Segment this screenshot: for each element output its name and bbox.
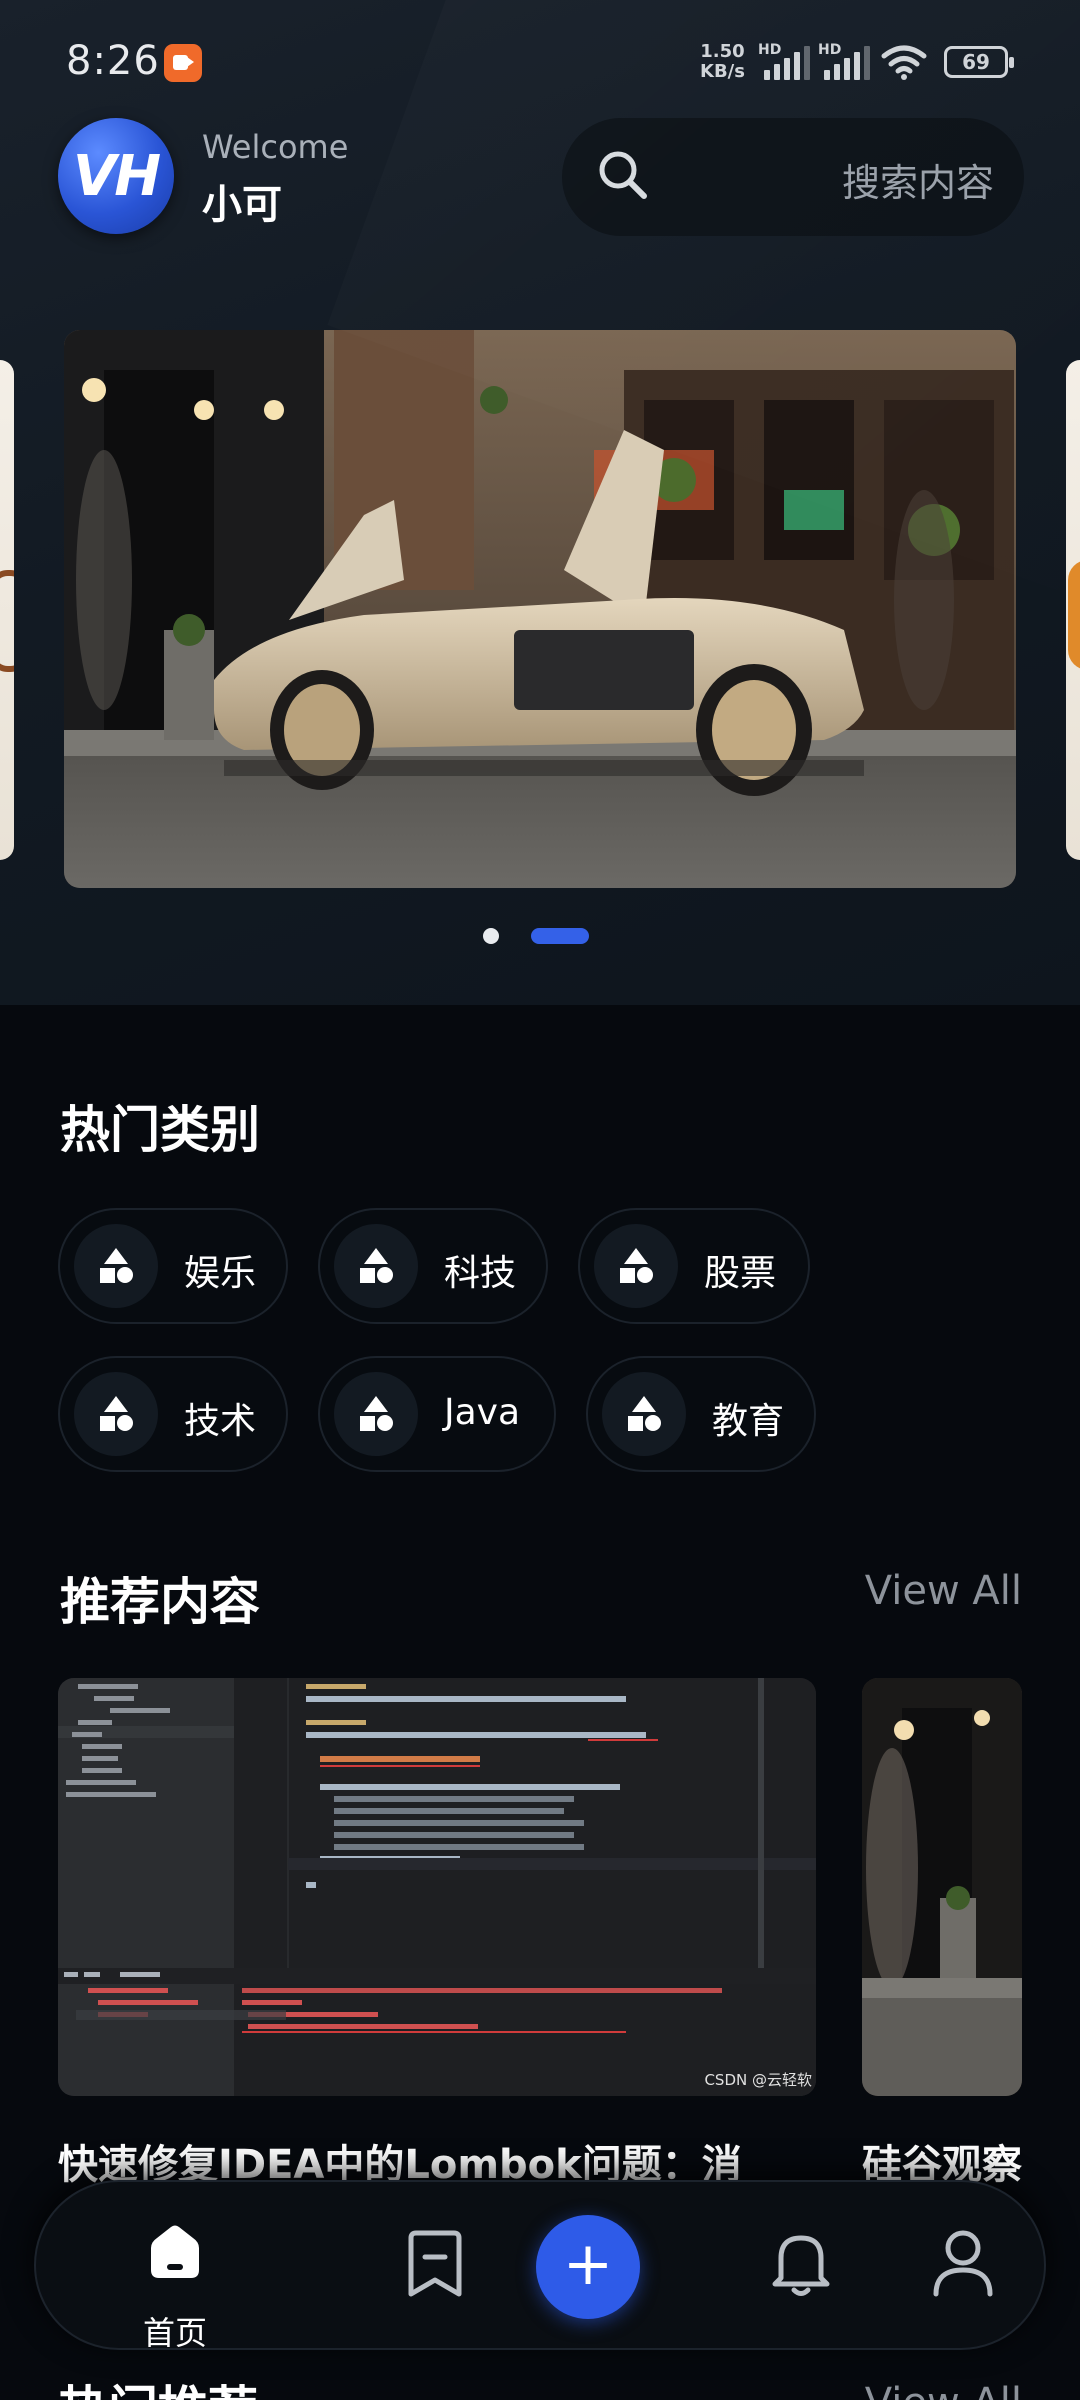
shapes-icon (334, 1372, 418, 1456)
carousel-banner-image[interactable] (64, 330, 1016, 888)
hd-badge-2: HD (818, 42, 842, 58)
category-label: 教育 (712, 1401, 785, 1442)
bottom-navigation: 首页 + (34, 2180, 1046, 2352)
recommended-title: 推荐内容 (60, 1573, 260, 1631)
search-icon (599, 151, 647, 199)
status-bar: 8:26 1.50 KB/s HD HD 69 (0, 0, 1080, 130)
shapes-icon (602, 1372, 686, 1456)
carousel-next-slide[interactable] (1066, 360, 1080, 860)
carousel-indicator (0, 926, 1080, 946)
search-bar[interactable]: 搜索内容 (562, 118, 1024, 236)
category-label: 股票 (704, 1253, 777, 1294)
category-label: Java (444, 1392, 521, 1433)
category-chip-java[interactable]: Java (318, 1356, 556, 1472)
network-speed-value: 1.50 (700, 41, 745, 62)
shapes-icon (74, 1224, 158, 1308)
nav-bookmarks[interactable] (370, 2182, 500, 2352)
network-speed: 1.50 KB/s (700, 42, 745, 82)
image-watermark: CSDN @云轻软 (704, 2071, 812, 2089)
category-chip-education[interactable]: 教育 (586, 1356, 816, 1472)
nav-home[interactable]: 首页 (110, 2182, 240, 2352)
add-post-button[interactable]: + (536, 2215, 640, 2319)
screen-record-icon (164, 44, 202, 82)
shapes-icon (74, 1372, 158, 1456)
status-time: 8:26 (66, 38, 160, 84)
street-photo (862, 1678, 1022, 2096)
signal-icon-2 (822, 44, 872, 80)
signal-icon-1 (762, 44, 812, 80)
carousel-prev-slide[interactable] (0, 360, 14, 860)
code-screenshot (58, 1678, 816, 2096)
avatar-text: VH (72, 144, 161, 209)
category-label: 科技 (444, 1253, 517, 1294)
battery-icon: 69 (944, 46, 1014, 78)
hot-recommend-view-all[interactable]: View All (865, 2380, 1022, 2400)
shapes-icon (334, 1224, 418, 1308)
carousel-dot[interactable] (483, 928, 499, 944)
welcome-text: Welcome (202, 128, 349, 166)
search-input[interactable]: 搜索内容 (842, 152, 994, 207)
username: 小可 (202, 182, 282, 228)
shapes-icon (594, 1224, 678, 1308)
recommended-card-image[interactable]: CSDN @云轻软 (58, 1678, 816, 2096)
carousel-dot-active[interactable] (531, 928, 589, 944)
nav-profile[interactable] (896, 2182, 1026, 2352)
plus-icon: + (562, 2229, 614, 2299)
home-icon (151, 2225, 199, 2278)
nav-notifications[interactable] (736, 2182, 866, 2352)
bookmark-icon (408, 2230, 462, 2297)
avatar[interactable]: VH (58, 118, 174, 234)
category-label: 娱乐 (184, 1253, 257, 1294)
hero-header: 8:26 1.50 KB/s HD HD 69 VH Welcome 小可 搜索… (0, 0, 1080, 1005)
hot-recommend-title: 热门推荐 (58, 2370, 258, 2400)
category-label: 技术 (184, 1401, 257, 1442)
network-speed-unit: KB/s (700, 61, 745, 82)
wifi-icon (881, 45, 927, 80)
view-all-link[interactable]: View All (865, 1568, 1022, 1614)
recommended-card-image-2[interactable] (862, 1678, 1022, 2096)
user-icon (933, 2230, 993, 2297)
nav-home-label: 首页 (142, 2314, 207, 2352)
category-chip-entertainment[interactable]: 娱乐 (58, 1208, 288, 1324)
bell-icon (772, 2235, 830, 2296)
category-chip-stocks[interactable]: 股票 (578, 1208, 810, 1324)
hd-badge-1: HD (758, 42, 782, 58)
car-photo (64, 330, 1016, 888)
category-chip-tech[interactable]: 科技 (318, 1208, 548, 1324)
categories-title: 热门类别 (60, 1101, 260, 1159)
category-chip-technique[interactable]: 技术 (58, 1356, 288, 1472)
